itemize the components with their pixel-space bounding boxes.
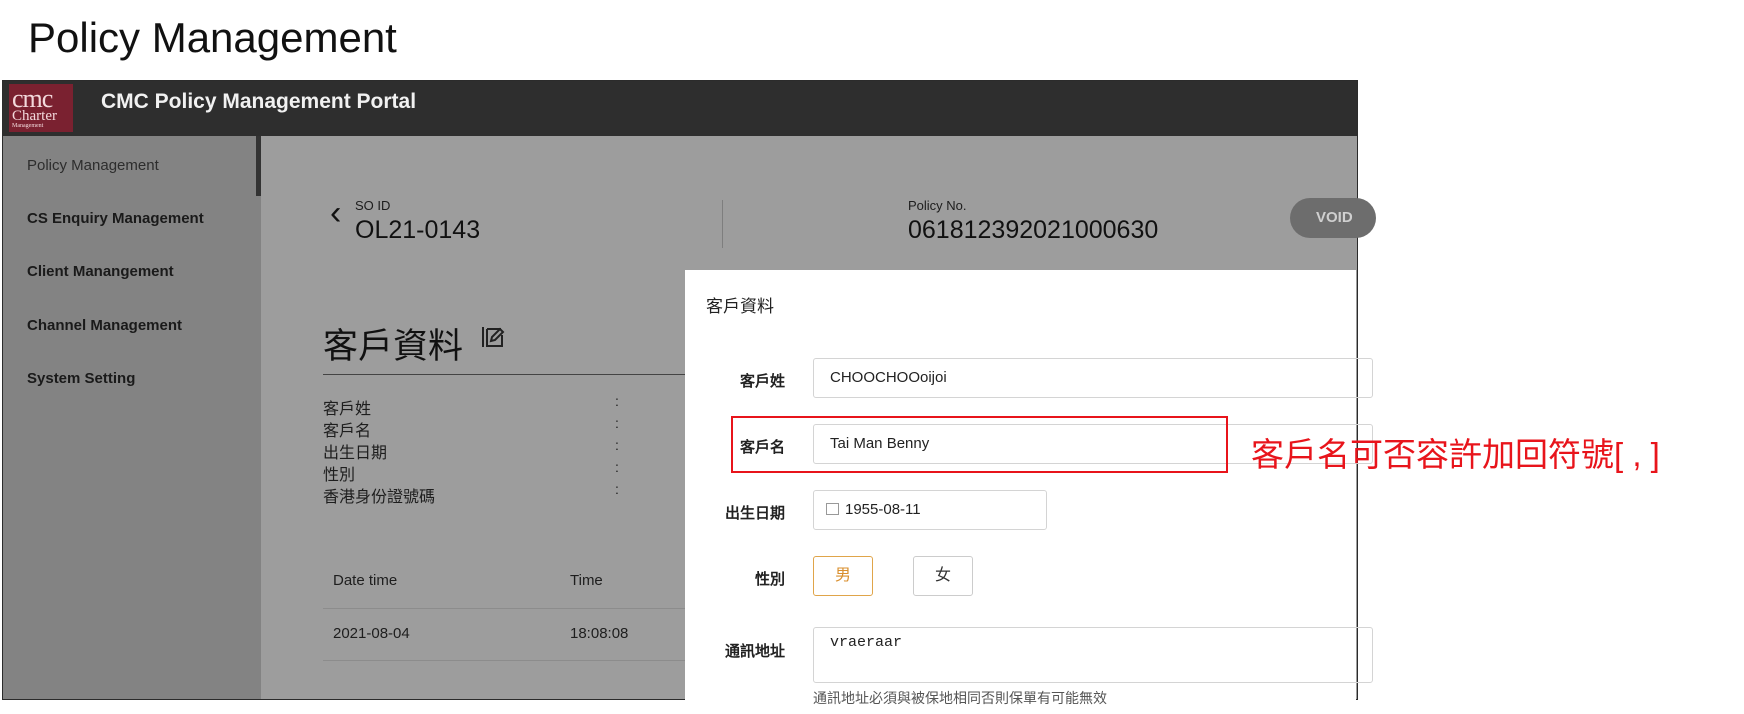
info-sep: : xyxy=(615,393,619,409)
header-divider xyxy=(722,200,723,248)
address-hint: 通訊地址必須與被保地相同否則保單有可能無效 xyxy=(813,690,1107,706)
app-title: CMC Policy Management Portal xyxy=(101,90,417,113)
calendar-icon xyxy=(826,503,839,515)
gender-male-button[interactable]: 男 xyxy=(813,556,873,596)
table-cell-time: 18:08:08 xyxy=(570,625,629,642)
so-id-label: SO ID xyxy=(355,198,391,213)
section-underline xyxy=(323,374,685,375)
address-field[interactable]: vraeraar xyxy=(813,627,1373,683)
document-title: Policy Management xyxy=(28,14,397,61)
surname-field[interactable]: CHOOCHOOoijoi xyxy=(813,358,1373,398)
address-label: 通訊地址 xyxy=(724,643,785,660)
gender-label: 性別 xyxy=(754,571,785,588)
info-label-given-name: 客戶名 xyxy=(323,423,372,440)
info-sep: : xyxy=(615,415,619,431)
table-row-divider xyxy=(323,660,685,661)
top-bar: cmc Charter Management CMC Policy Manage… xyxy=(3,81,1357,136)
annotation-note: 客戶名可否容許加回符號[ , ] xyxy=(1251,436,1660,473)
edit-icon[interactable] xyxy=(480,324,506,350)
info-label-gender: 性別 xyxy=(323,467,356,484)
info-label-dob: 出生日期 xyxy=(323,445,388,462)
sidebar-item-channel-management[interactable]: Channel Management xyxy=(27,317,182,334)
info-label-hkid: 香港身份證號碼 xyxy=(323,489,436,506)
sidebar-item-system-setting[interactable]: System Setting xyxy=(27,370,135,387)
client-edit-modal: 客戶資料 客戶姓 CHOOCHOOoijoi 客戶名 Tai Man Benny… xyxy=(685,270,1373,706)
dob-label: 出生日期 xyxy=(724,505,785,522)
table-cell-date: 2021-08-04 xyxy=(333,625,410,642)
surname-label: 客戶姓 xyxy=(739,373,785,390)
modal-title: 客戶資料 xyxy=(706,297,774,316)
active-indicator xyxy=(256,136,261,196)
info-sep: : xyxy=(615,481,619,497)
column-header-time: Time xyxy=(570,572,603,589)
back-chevron-icon[interactable]: ‹ xyxy=(330,196,341,230)
table-header-divider xyxy=(323,608,685,609)
annotation-highlight-box xyxy=(731,416,1228,473)
dob-field[interactable]: 1955-08-11 xyxy=(813,490,1047,530)
info-sep: : xyxy=(615,437,619,453)
policy-no-label: Policy No. xyxy=(908,198,967,213)
info-sep: : xyxy=(615,459,619,475)
so-id-value: OL21-0143 xyxy=(355,216,481,244)
info-label-surname: 客戶姓 xyxy=(323,401,372,418)
sidebar-item-client-management[interactable]: Client Manangement xyxy=(27,263,174,280)
sidebar-item-cs-enquiry-management[interactable]: CS Enquiry Management xyxy=(27,210,204,227)
gender-female-button[interactable]: 女 xyxy=(913,556,973,596)
column-header-date-time: Date time xyxy=(333,572,398,589)
void-button[interactable]: VOID xyxy=(1290,198,1376,238)
sidebar: Policy Management CS Enquiry Management … xyxy=(3,136,261,699)
dob-value: 1955-08-11 xyxy=(845,501,921,518)
policy-no-value: 061812392021000630 xyxy=(908,216,1159,244)
sidebar-item-policy-management[interactable]: Policy Management xyxy=(27,157,159,174)
client-info-title: 客戶資料 xyxy=(323,327,464,366)
cmc-logo[interactable]: cmc Charter Management xyxy=(9,84,73,132)
